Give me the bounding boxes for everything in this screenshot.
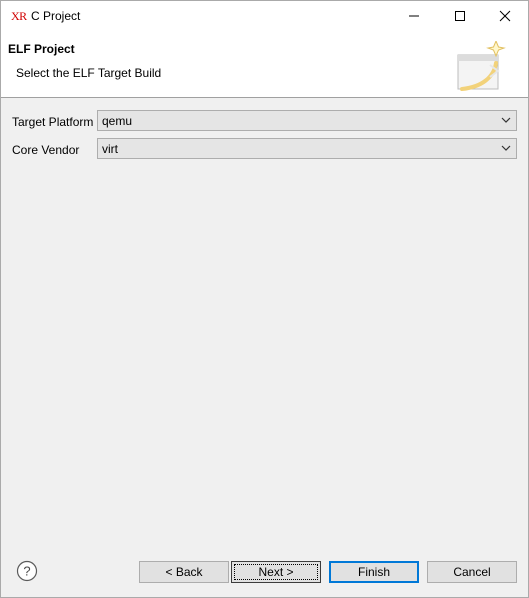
cancel-button[interactable]: Cancel: [427, 561, 517, 583]
wizard-banner-icon: [457, 41, 506, 91]
wizard-header: ELF Project Select the ELF Target Build: [1, 31, 528, 98]
app-logo-icon: XR: [11, 9, 27, 23]
maximize-button[interactable]: [437, 1, 483, 31]
core-vendor-select[interactable]: virt: [97, 138, 517, 159]
chevron-down-icon: [501, 145, 511, 151]
c-project-dialog: XR C Project ELF Project Select the ELF …: [0, 0, 529, 598]
next-button[interactable]: Next >: [231, 561, 321, 583]
window-title: C Project: [31, 9, 81, 23]
wizard-title: ELF Project: [8, 42, 75, 56]
chevron-down-icon: [501, 117, 511, 123]
minimize-icon: [409, 15, 419, 17]
close-icon: [499, 10, 511, 22]
back-button[interactable]: < Back: [139, 561, 229, 583]
target-platform-select[interactable]: qemu: [97, 110, 517, 131]
svg-text:?: ?: [23, 564, 30, 579]
target-platform-value: qemu: [102, 114, 133, 128]
core-vendor-value: virt: [102, 142, 118, 156]
finish-button[interactable]: Finish: [329, 561, 419, 583]
focus-ring: [234, 564, 318, 580]
minimize-button[interactable]: [391, 1, 437, 31]
maximize-icon: [455, 11, 465, 21]
wizard-description: Select the ELF Target Build: [16, 66, 162, 80]
title-bar[interactable]: XR C Project: [1, 1, 528, 31]
close-button[interactable]: [482, 1, 528, 31]
footer-separator: [1, 549, 528, 550]
core-vendor-label: Core Vendor: [12, 143, 80, 157]
target-platform-label: Target Platform: [12, 115, 94, 129]
help-icon: ?: [16, 560, 38, 582]
help-button[interactable]: ?: [16, 560, 38, 582]
